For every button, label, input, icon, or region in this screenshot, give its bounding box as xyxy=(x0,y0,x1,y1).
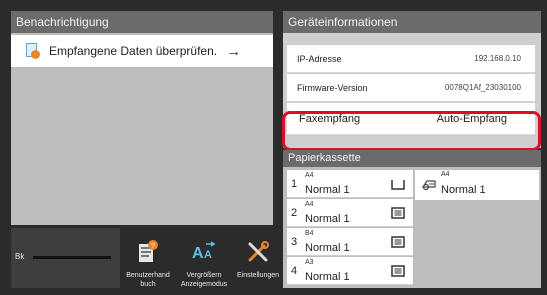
paper-tray-title: Papierkassette xyxy=(283,150,541,167)
notification-panel-title: Benachrichtigung xyxy=(11,11,273,33)
tray-paper-type: Normal 1 xyxy=(305,213,350,225)
tray-paper-size: A4 xyxy=(305,172,314,179)
settings-button[interactable]: Einstellungen xyxy=(232,228,284,288)
paper-tray-2[interactable]: 2 A4 Normal 1 xyxy=(287,199,413,227)
firmware-version-value: 0078Q1Af_23030100 xyxy=(444,83,521,92)
notification-panel: Benachrichtigung Empfangene Daten überpr… xyxy=(11,11,273,225)
tray-full-icon xyxy=(391,265,405,277)
notification-item-label: Empfangene Daten überprüfen. xyxy=(49,44,218,58)
svg-text:A: A xyxy=(204,249,212,261)
info-row-ip-address: IP-Adresse 192.168.0.10 xyxy=(287,45,535,73)
settings-label: Einstellungen xyxy=(236,272,280,279)
firmware-version-key: Firmware-Version xyxy=(297,83,368,93)
zoom-text-icon: A A xyxy=(191,240,217,267)
arrow-right-icon: → xyxy=(226,42,242,60)
fax-reception-highlight xyxy=(282,111,541,151)
ip-address-key: IP-Adresse xyxy=(297,54,342,64)
tray-number: 3 xyxy=(291,236,298,248)
bypass-tray[interactable]: A4 Normal 1 xyxy=(415,170,539,200)
notification-item-check-received-data[interactable]: Empfangene Daten überprüfen. → xyxy=(11,35,273,67)
tray-full-icon xyxy=(391,236,405,248)
tray-number: 4 xyxy=(291,265,298,277)
tray-paper-type: Normal 1 xyxy=(305,271,350,283)
tray-paper-type: Normal 1 xyxy=(305,242,350,254)
tools-icon xyxy=(246,240,270,269)
tray-paper-size: A3 xyxy=(305,259,314,266)
paper-tray-4[interactable]: 4 A3 Normal 1 xyxy=(287,257,413,285)
bypass-paper-size: A4 xyxy=(441,171,450,178)
tray-full-icon xyxy=(391,207,405,219)
toner-label: Bk xyxy=(15,252,25,261)
enlarge-display-label: Vergrößern Anzeigemodus xyxy=(180,272,228,288)
tray-number: 2 xyxy=(291,207,298,219)
tray-empty-icon xyxy=(391,180,405,190)
svg-text:?: ? xyxy=(151,243,155,250)
tray-number: 1 xyxy=(291,178,298,190)
info-row-firmware-version: Firmware-Version 0078Q1Af_23030100 xyxy=(287,74,535,102)
enlarge-display-button[interactable]: A A Vergrößern Anzeigemodus xyxy=(178,228,230,288)
toner-level-bar xyxy=(33,256,111,259)
document-notification-icon xyxy=(23,42,41,60)
paper-tray-3[interactable]: 3 B4 Normal 1 xyxy=(287,228,413,256)
tray-paper-size: A4 xyxy=(305,201,314,208)
printer-home-screen: Benachrichtigung Empfangene Daten überpr… xyxy=(0,0,547,295)
svg-text:A: A xyxy=(192,245,204,262)
tray-paper-size: B4 xyxy=(305,230,314,237)
device-info-title: Geräteinformationen xyxy=(283,11,541,33)
toner-status[interactable]: Bk xyxy=(11,228,120,288)
user-manual-button[interactable]: ? Benutzerhand buch xyxy=(122,228,174,288)
manual-icon: ? xyxy=(137,240,159,269)
bypass-paper-type: Normal 1 xyxy=(441,184,486,196)
ip-address-value: 192.168.0.10 xyxy=(474,54,521,63)
user-manual-label: Benutzerhand buch xyxy=(126,272,170,288)
paper-tray-1[interactable]: 1 A4 Normal 1 xyxy=(287,170,413,198)
bypass-tray-icon xyxy=(421,180,436,191)
tray-paper-type: Normal 1 xyxy=(305,184,350,196)
